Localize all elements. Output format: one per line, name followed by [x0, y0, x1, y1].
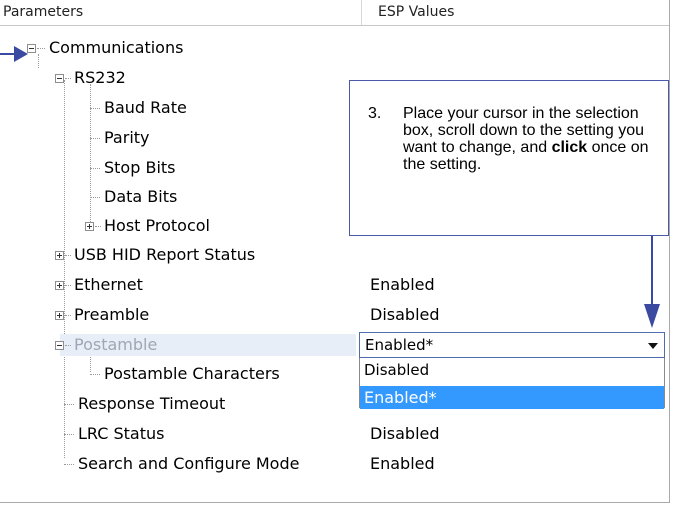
- esp-parameters-window: Parameters ESP Values Communications RS2…: [0, 0, 670, 503]
- instruction-callout: 3. Place your cursor in the selection bo…: [349, 80, 669, 236]
- tree-label: Baud Rate: [104, 98, 187, 117]
- tree-branch: [90, 374, 100, 375]
- postamble-value-combo[interactable]: Enabled*: [359, 332, 665, 358]
- tree-label: Search and Configure Mode: [78, 454, 300, 473]
- tree-branch: [90, 168, 100, 169]
- tree-branch: [65, 78, 71, 79]
- tree-label: Stop Bits: [104, 158, 176, 177]
- tree-value: Enabled: [370, 275, 435, 294]
- column-divider[interactable]: [361, 0, 362, 25]
- option-disabled[interactable]: Disabled: [360, 359, 664, 382]
- tree-row-postamble[interactable]: Postamble: [0, 331, 360, 359]
- collapse-icon[interactable]: [27, 44, 36, 53]
- expand-icon[interactable]: [85, 222, 94, 231]
- tree-label: Parity: [104, 128, 150, 147]
- tree-row-usb-hid-report-status[interactable]: USB HID Report Status: [0, 241, 360, 269]
- combo-selected-value: Enabled*: [365, 336, 434, 354]
- tree-branch: [64, 404, 74, 405]
- tree-branch: [65, 285, 71, 286]
- collapse-icon[interactable]: [55, 341, 64, 350]
- tree-label: Host Protocol: [104, 216, 210, 235]
- tree-label: Postamble: [74, 335, 158, 354]
- esp-values-column-header[interactable]: ESP Values: [378, 4, 454, 20]
- tree-row-host-protocol[interactable]: Host Protocol: [0, 212, 360, 240]
- tree-row-parity[interactable]: Parity: [0, 124, 360, 152]
- tree-row-postamble-characters[interactable]: Postamble Characters: [0, 360, 360, 388]
- tree-label: RS232: [74, 68, 126, 87]
- tree-row-lrc-status[interactable]: LRC Status Disabled: [0, 420, 660, 448]
- tree-label: Data Bits: [104, 187, 178, 206]
- expand-icon[interactable]: [55, 281, 64, 290]
- callout-text: Place your cursor in the selection box, …: [403, 105, 658, 173]
- tree-value: Disabled: [370, 305, 440, 324]
- tree-row-stop-bits[interactable]: Stop Bits: [0, 154, 360, 182]
- tree-row-baud-rate[interactable]: Baud Rate: [0, 94, 360, 122]
- tree-label: Preamble: [74, 305, 150, 324]
- expand-icon[interactable]: [55, 251, 64, 260]
- tree-branch: [65, 345, 71, 346]
- callout-step-number: 3.: [368, 105, 382, 122]
- tree-branch: [90, 138, 100, 139]
- tree-row-ethernet[interactable]: Ethernet Enabled: [0, 271, 660, 299]
- tree-row-response-timeout[interactable]: Response Timeout: [0, 390, 360, 418]
- expand-icon[interactable]: [55, 311, 64, 320]
- tree-label: LRC Status: [78, 424, 165, 443]
- tree-branch: [65, 255, 71, 256]
- column-header: Parameters ESP Values: [0, 0, 669, 26]
- tree-label: Postamble Characters: [104, 364, 280, 383]
- parameters-column-header[interactable]: Parameters: [3, 4, 83, 20]
- tree-label: USB HID Report Status: [74, 245, 256, 264]
- tree-branch: [95, 226, 101, 227]
- tree-branch: [65, 315, 71, 316]
- tree-label: Ethernet: [74, 275, 143, 294]
- tree-branch: [64, 434, 74, 435]
- tree-branch: [90, 197, 100, 198]
- tree-row-data-bits[interactable]: Data Bits: [0, 183, 360, 211]
- tree-branch: [90, 108, 100, 109]
- dropdown-arrow-icon[interactable]: [648, 343, 658, 349]
- option-enabled-highlighted[interactable]: Enabled*: [360, 386, 664, 409]
- tree-row-search-and-configure-mode[interactable]: Search and Configure Mode Enabled: [0, 450, 660, 478]
- tree-label: Communications: [49, 38, 184, 57]
- tree-row-preamble[interactable]: Preamble Disabled: [0, 301, 660, 329]
- callout-bold-word: click: [551, 139, 588, 156]
- tree-label: Response Timeout: [78, 394, 226, 413]
- collapse-icon[interactable]: [55, 74, 64, 83]
- tree-branch: [37, 48, 45, 49]
- tree-row-communications[interactable]: Communications: [0, 34, 360, 62]
- tree-value: Disabled: [370, 424, 440, 443]
- tree-row-rs232[interactable]: RS232: [0, 64, 360, 92]
- tree-value: Enabled: [370, 454, 435, 473]
- tree-branch: [64, 464, 74, 465]
